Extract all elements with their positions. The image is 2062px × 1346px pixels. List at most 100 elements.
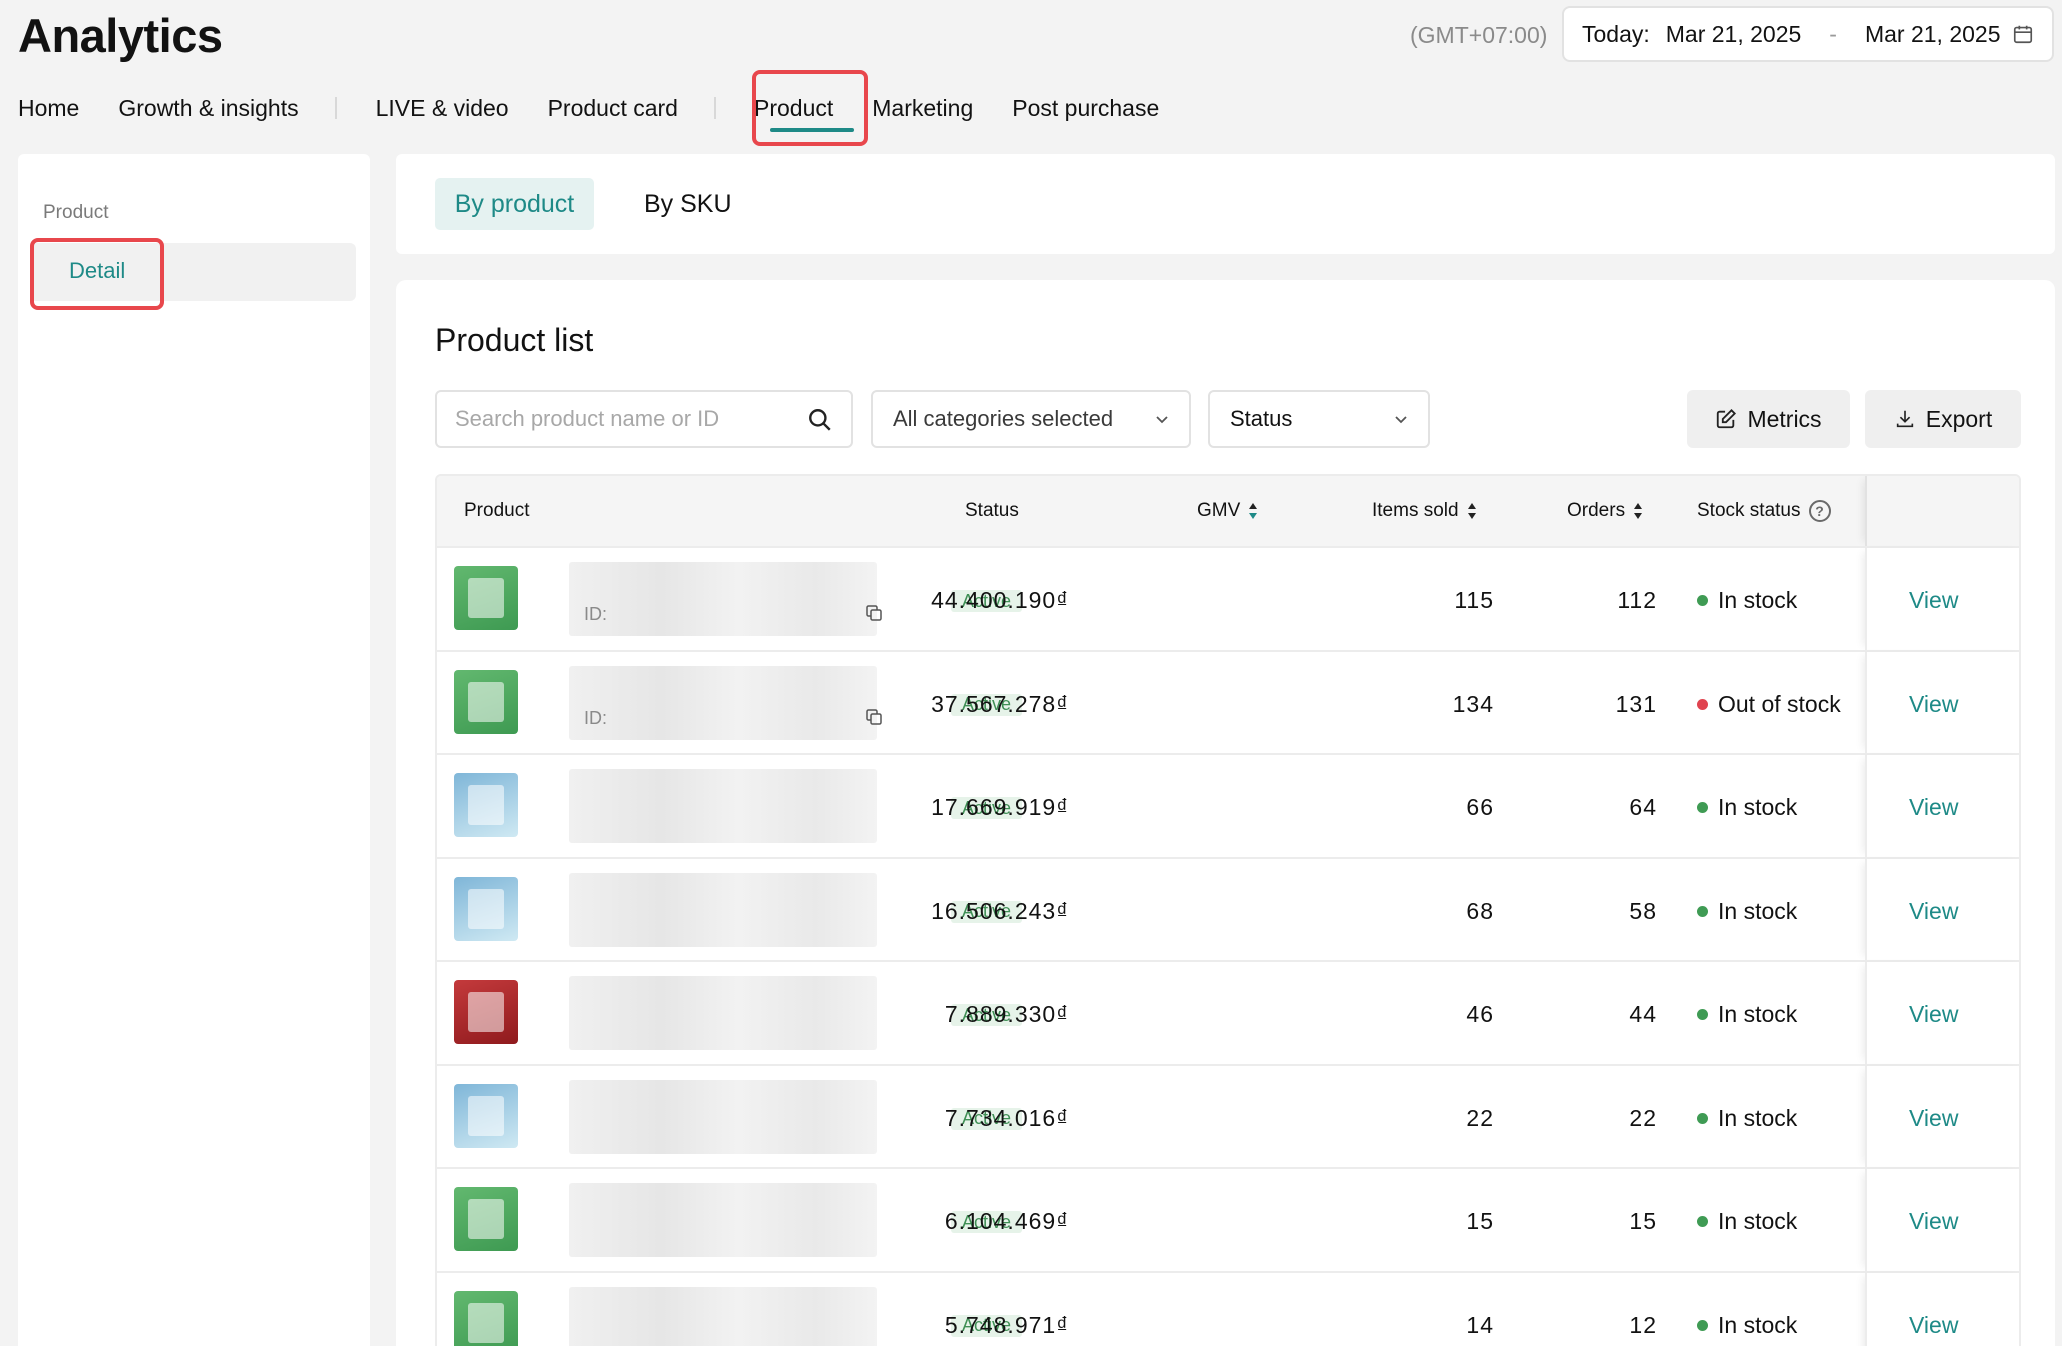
product-thumbnail[interactable] (454, 1187, 518, 1251)
col-orders[interactable]: Orders (1567, 500, 1643, 522)
items-sold-value: 134 (1452, 690, 1494, 717)
col-gmv[interactable]: GMV (1197, 500, 1258, 522)
product-thumbnail[interactable] (454, 566, 518, 630)
stock-status: In stock (1697, 1208, 1797, 1235)
nav-home[interactable]: Home (18, 95, 79, 122)
nav-divider (334, 97, 337, 119)
table-row[interactable]: Active 6.104.469₫ 15 15 In stock View (437, 1167, 2019, 1271)
metrics-button[interactable]: Metrics (1687, 390, 1850, 448)
stock-status: In stock (1697, 1001, 1797, 1028)
view-link[interactable]: View (1909, 587, 1958, 614)
table-row[interactable]: Active 7.889.330₫ 46 44 In stock View (437, 960, 2019, 1064)
copy-icon[interactable] (865, 708, 883, 726)
view-link[interactable]: View (1909, 898, 1958, 925)
date-end: Mar 21, 2025 (1864, 20, 2001, 47)
sidebar-section-label: Product (43, 202, 109, 223)
download-icon (1896, 410, 1913, 428)
nav-post-purchase[interactable]: Post purchase (1012, 95, 1159, 122)
product-name-redacted (569, 1183, 877, 1257)
timezone-label: (GMT+07:00) (1410, 22, 1548, 48)
view-link[interactable]: View (1909, 691, 1958, 718)
items-sold-value: 46 (1466, 1001, 1494, 1027)
status-filter[interactable]: Status (1208, 390, 1430, 448)
edit-icon (1717, 408, 1737, 429)
nav-growth-insights[interactable]: Growth & insights (118, 95, 298, 122)
sort-icon[interactable] (1467, 501, 1477, 521)
stock-status: Out of stock (1697, 691, 1841, 718)
items-sold-value: 115 (1454, 587, 1494, 613)
export-button[interactable]: Export (1865, 390, 2021, 448)
view-link[interactable]: View (1909, 1001, 1958, 1028)
table-row[interactable]: Active 17.669.919₫ 66 64 In stock View (437, 753, 2019, 857)
product-thumbnail[interactable] (454, 1290, 518, 1346)
stock-status: In stock (1697, 794, 1797, 821)
stock-status-label: In stock (1718, 1001, 1798, 1027)
gmv-value: 5.748.971₫ (944, 1311, 1069, 1338)
col-items-sold[interactable]: Items sold (1372, 500, 1477, 522)
stock-status: In stock (1697, 1105, 1797, 1132)
table-row[interactable]: Active 16.506.243₫ 68 58 In stock View (437, 856, 2019, 960)
search-icon[interactable] (807, 407, 833, 433)
chevron-down-icon (1395, 416, 1407, 424)
gmv-value: 44.400.190₫ (931, 587, 1069, 613)
tab-by-product[interactable]: By product (435, 178, 594, 230)
action-column-header (1865, 476, 2019, 546)
copy-icon[interactable] (865, 604, 883, 622)
date-range-picker[interactable]: Today: Mar 21, 2025 - Mar 21, 2025 (1562, 6, 2054, 62)
table-body: ID: Active 44.400.190₫ 115 112 In stock … (437, 546, 2019, 1346)
product-thumbnail[interactable] (454, 773, 518, 837)
table-row[interactable]: ID: Active 37.567.278₫ 134 131 Out of st… (437, 649, 2019, 753)
stock-status-label: In stock (1718, 897, 1798, 924)
stock-status-dot (1697, 1009, 1708, 1020)
product-name-redacted (569, 1079, 877, 1154)
items-sold-value: 15 (1466, 1208, 1494, 1234)
table-row[interactable]: Active 7.734.016₫ 22 22 In stock View (437, 1063, 2019, 1167)
table-row[interactable]: Active 5.748.971₫ 14 12 In stock View (437, 1270, 2019, 1346)
stock-status-label: In stock (1718, 794, 1798, 820)
help-icon[interactable]: ? (1808, 500, 1831, 522)
stock-status-dot (1697, 595, 1708, 606)
product-table: Product Status GMV Items sold Orders Sto… (435, 474, 2021, 1346)
sort-icon[interactable] (1633, 501, 1643, 521)
stock-status-label: In stock (1718, 1104, 1798, 1131)
tab-by-sku[interactable]: By SKU (644, 190, 732, 219)
orders-value: 15 (1629, 1208, 1657, 1234)
items-sold-value: 14 (1466, 1311, 1494, 1338)
nav-product-card[interactable]: Product card (548, 95, 678, 122)
view-link[interactable]: View (1909, 794, 1958, 821)
view-link[interactable]: View (1909, 1312, 1958, 1339)
chevron-down-icon (1156, 416, 1168, 424)
product-thumbnail[interactable] (454, 876, 518, 941)
product-thumbnail[interactable] (454, 1083, 518, 1148)
product-thumbnail[interactable] (454, 669, 518, 734)
orders-value: 131 (1615, 690, 1657, 717)
gmv-value: 37.567.278₫ (931, 690, 1069, 717)
gmv-value: 16.506.243₫ (931, 897, 1069, 924)
category-filter[interactable]: All categories selected (871, 390, 1191, 448)
stock-status-label: In stock (1718, 1208, 1798, 1234)
highlight-box-detail (30, 238, 164, 310)
view-link[interactable]: View (1909, 1208, 1958, 1235)
status-filter-label: Status (1230, 406, 1293, 431)
view-toggle-bar: By product By SKU (396, 154, 2055, 254)
product-thumbnail[interactable] (454, 980, 518, 1044)
col-product: Product (464, 500, 530, 521)
stock-status-label: In stock (1718, 1311, 1798, 1338)
nav-marketing[interactable]: Marketing (872, 95, 973, 122)
stock-status-dot (1697, 1216, 1708, 1227)
orders-value: 12 (1629, 1311, 1657, 1338)
table-row[interactable]: ID: Active 44.400.190₫ 115 112 In stock … (437, 546, 2019, 650)
stock-status: In stock (1697, 898, 1797, 925)
gmv-value: 17.669.919₫ (931, 794, 1069, 820)
date-start: Mar 21, 2025 (1665, 20, 1802, 47)
product-id-label: ID: (584, 707, 608, 728)
search-input[interactable] (437, 392, 777, 446)
sort-icon[interactable] (1248, 501, 1258, 521)
items-sold-value: 66 (1466, 794, 1494, 820)
stock-status: In stock (1697, 1312, 1797, 1339)
export-label: Export (1925, 405, 1993, 432)
items-sold-value: 22 (1466, 1104, 1494, 1131)
view-link[interactable]: View (1909, 1105, 1958, 1132)
nav-live-video[interactable]: LIVE & video (376, 95, 509, 122)
table-header: Product Status GMV Items sold Orders Sto… (437, 476, 2019, 546)
